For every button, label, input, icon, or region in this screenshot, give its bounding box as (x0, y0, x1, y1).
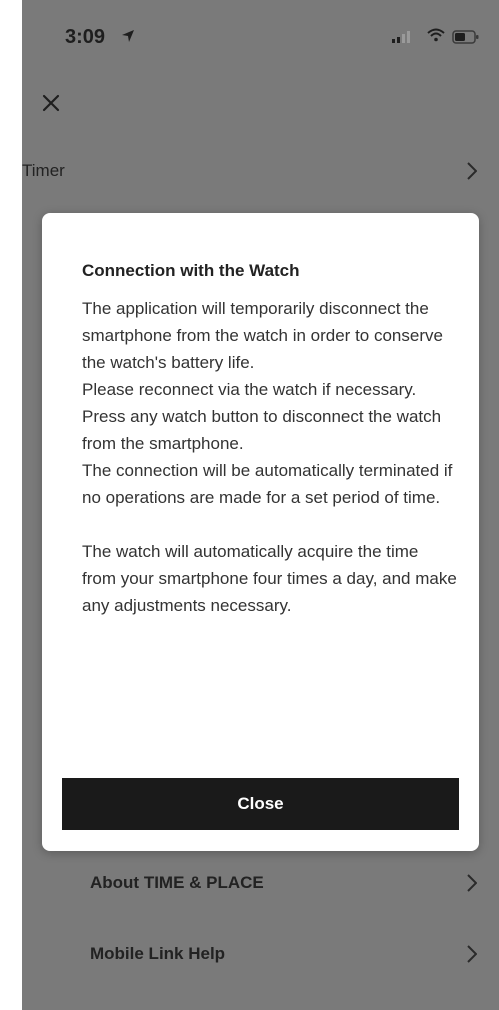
settings-item-label: Timer (22, 161, 65, 180)
wifi-icon (427, 28, 445, 42)
dialog-paragraph: Press any watch button to disconnect the… (82, 407, 442, 453)
status-time: 3:09 (65, 26, 106, 48)
app-screen: 3:09 Timer About TIME & PLACE Mobile Lin… (22, 0, 499, 1010)
dialog-paragraph: The application will temporarily disconn… (82, 299, 443, 372)
connection-dialog: Connection with the Watch The applicatio… (42, 213, 479, 851)
chevron-right-icon (467, 945, 477, 963)
close-icon[interactable] (40, 92, 64, 116)
battery-icon (452, 30, 479, 44)
settings-item-timer[interactable]: Timer (22, 151, 499, 191)
close-button[interactable]: Close (62, 778, 459, 830)
location-arrow-icon (122, 30, 134, 42)
settings-item-about-time-place[interactable]: About TIME & PLACE (22, 863, 499, 903)
dialog-paragraph: The watch will automatically acquire the… (82, 542, 457, 615)
status-bar: 3:09 (22, 0, 499, 70)
chevron-right-icon (467, 874, 477, 892)
chevron-right-icon (467, 162, 477, 180)
settings-item-label: About TIME & PLACE (90, 873, 264, 892)
dialog-body[interactable]: The application will temporarily disconn… (82, 295, 457, 751)
cellular-signal-icon (392, 31, 410, 43)
settings-item-label: Mobile Link Help (90, 944, 226, 963)
dialog-title: Connection with the Watch (82, 261, 300, 280)
dialog-paragraph: Please reconnect via the watch if necess… (82, 380, 417, 399)
dialog-paragraph: The connection will be automatically ter… (82, 461, 453, 507)
settings-item-mobile-link-help[interactable]: Mobile Link Help (22, 934, 499, 974)
